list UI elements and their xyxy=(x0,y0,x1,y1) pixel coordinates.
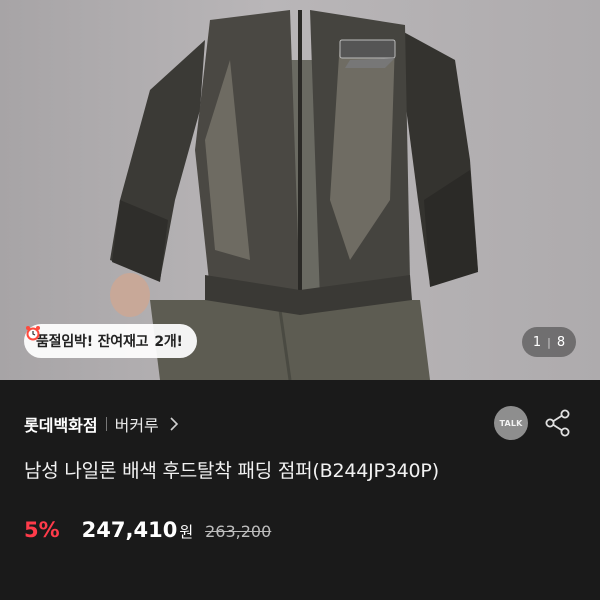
brand-link[interactable]: 롯데백화점 버커루 xyxy=(24,410,179,438)
alarm-clock-icon xyxy=(26,326,40,341)
price-row: 5% 247,410 원 263,200 xyxy=(24,518,271,542)
talk-label: TALK xyxy=(499,418,523,428)
pager-separator: | xyxy=(547,335,551,349)
brand-name: 버커루 xyxy=(114,416,159,435)
stock-badge-qty: 2개! xyxy=(154,334,183,350)
store-name: 롯데백화점 xyxy=(24,416,98,435)
image-pager: 1 | 8 xyxy=(522,327,576,357)
pager-current: 1 xyxy=(532,334,542,350)
product-title: 남성 나일론 배색 후드탈착 패딩 점퍼(B244JP340P) xyxy=(24,460,439,482)
discount-rate: 5% xyxy=(24,518,60,542)
jacket-illustration xyxy=(110,10,478,380)
currency-unit: 원 xyxy=(179,523,194,541)
share-icon[interactable] xyxy=(544,408,572,438)
brand-divider xyxy=(105,417,107,431)
talk-button[interactable]: TALK xyxy=(494,406,528,440)
chevron-right-icon xyxy=(170,417,178,431)
low-stock-badge: 품절임박! 잔여재고 2개! xyxy=(24,324,197,358)
stock-badge-text: 품절임박! 잔여재고 xyxy=(36,334,149,350)
sale-price: 247,410 xyxy=(81,518,178,542)
product-image[interactable]: 품절임박! 잔여재고 2개! 1 | 8 xyxy=(0,0,600,380)
original-price: 263,200 xyxy=(205,522,272,541)
product-info: 롯데백화점 버커루 TALK 남성 나일론 배색 후드탈착 패딩 점퍼(B244… xyxy=(0,380,600,600)
pager-total: 8 xyxy=(556,334,566,350)
